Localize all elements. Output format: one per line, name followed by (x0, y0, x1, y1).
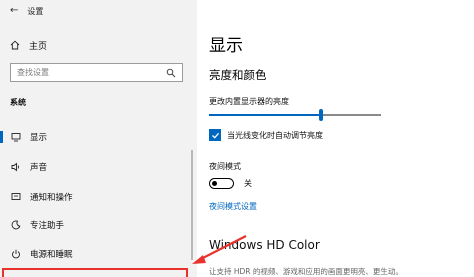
main-content: 显示 亮度和颜色 更改内置显示器的亮度 当光线变化时自动调节亮度 夜间模式 关 … (197, 0, 474, 277)
sidebar-item-label: 通知和操作 (30, 193, 73, 203)
slider-fill (209, 114, 321, 116)
highlight-box (2, 268, 188, 277)
sidebar-item-notifications[interactable]: 通知和操作 (0, 186, 190, 208)
settings-window: ← 设置 主页 系统 显示 声音 (0, 0, 474, 277)
sidebar-item-sound[interactable]: 声音 (0, 156, 190, 178)
checkmark-icon (211, 132, 219, 139)
sidebar-scrollbar[interactable] (191, 150, 193, 260)
auto-brightness-label: 当光线变化时自动调节亮度 (227, 130, 323, 140)
sidebar-item-focus-assist[interactable]: 专注助手 (0, 214, 190, 236)
auto-brightness-checkbox[interactable] (209, 129, 221, 141)
back-arrow-icon[interactable]: ← (10, 6, 18, 16)
notification-icon (11, 192, 21, 202)
section-label: 系统 (10, 98, 26, 107)
toggle-knob (212, 180, 217, 186)
night-light-state: 关 (244, 179, 252, 188)
page-title: 显示 (209, 36, 243, 56)
home-label: 主页 (29, 41, 48, 52)
home-icon (10, 40, 20, 50)
sidebar-item-label: 电源和睡眠 (30, 250, 73, 260)
sidebar-item-label: 专注助手 (30, 221, 65, 231)
search-input[interactable] (17, 68, 166, 77)
sidebar: ← 设置 主页 系统 显示 声音 (0, 0, 197, 277)
night-light-toggle[interactable] (209, 178, 234, 189)
hd-color-description: 让支持 HDR 的视频、游戏和应用的画面更明亮、更生动。 (209, 267, 403, 276)
brightness-label: 更改内置显示器的亮度 (209, 97, 289, 106)
hd-color-heading: Windows HD Color (209, 238, 320, 252)
sidebar-item-label: 显示 (30, 133, 48, 143)
sidebar-item-display[interactable]: 显示 (0, 126, 190, 148)
monitor-icon (11, 132, 21, 142)
home-nav-item[interactable]: 主页 (10, 38, 47, 52)
sidebar-item-power-sleep[interactable]: 电源和睡眠 (0, 243, 190, 265)
sidebar-item-label: 声音 (30, 163, 48, 173)
speaker-icon (11, 162, 21, 172)
search-icon[interactable] (166, 68, 176, 78)
brightness-slider[interactable] (209, 109, 381, 121)
title-bar: ← 设置 (10, 4, 43, 18)
brightness-heading: 亮度和颜色 (209, 68, 267, 82)
auto-brightness-option[interactable]: 当光线变化时自动调节亮度 (209, 129, 323, 141)
moon-icon (11, 220, 21, 230)
power-icon (11, 249, 21, 259)
window-title: 设置 (27, 6, 44, 16)
slider-thumb[interactable] (318, 109, 323, 121)
night-light-settings-link[interactable]: 夜间模式设置 (209, 201, 257, 212)
night-light-row: 关 (209, 178, 252, 189)
search-box[interactable] (10, 63, 183, 82)
night-light-label: 夜间模式 (209, 162, 241, 171)
